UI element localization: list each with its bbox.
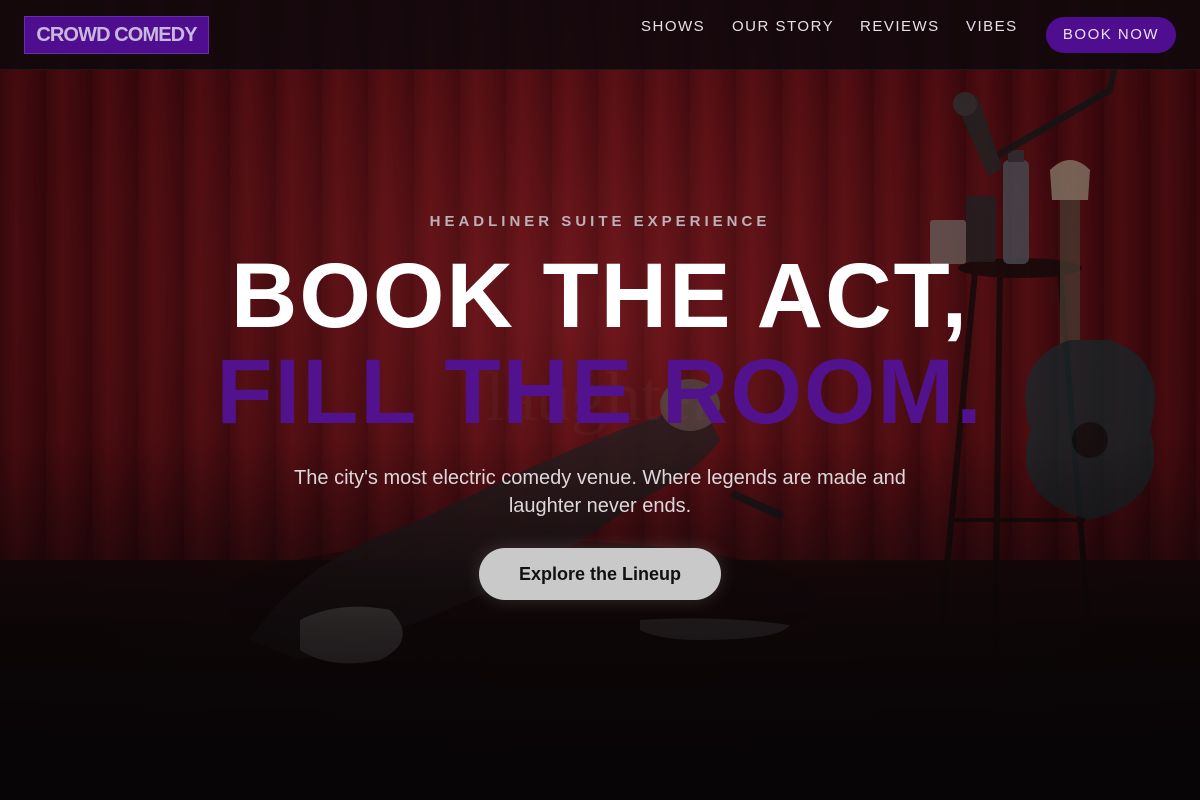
hero-section: HEADLINER SUITE EXPERIENCE BOOK THE ACT,… xyxy=(0,0,1200,800)
nav-link-vibes[interactable]: VIBES xyxy=(966,18,1018,35)
nav-link-reviews[interactable]: REVIEWS xyxy=(860,18,940,35)
book-now-button[interactable]: BOOK NOW xyxy=(1046,17,1176,53)
hero-eyebrow: HEADLINER SUITE EXPERIENCE xyxy=(429,213,771,230)
site-logo[interactable]: CROWD COMEDY xyxy=(24,16,209,54)
hero-headline-line1: BOOK THE ACT, xyxy=(230,245,970,347)
landing-page: laughter CROWD COMEDY SHOWS OUR STORY RE… xyxy=(0,0,1200,800)
top-navbar: CROWD COMEDY SHOWS OUR STORY REVIEWS VIB… xyxy=(0,0,1200,70)
explore-lineup-button[interactable]: Explore the Lineup xyxy=(479,548,721,600)
hero-headline-line2: FILL THE ROOM. xyxy=(216,341,984,443)
nav-link-shows[interactable]: SHOWS xyxy=(641,18,705,35)
nav-link-our-story[interactable]: OUR STORY xyxy=(732,18,834,35)
hero-subtitle: The city's most electric comedy venue. W… xyxy=(294,467,906,517)
